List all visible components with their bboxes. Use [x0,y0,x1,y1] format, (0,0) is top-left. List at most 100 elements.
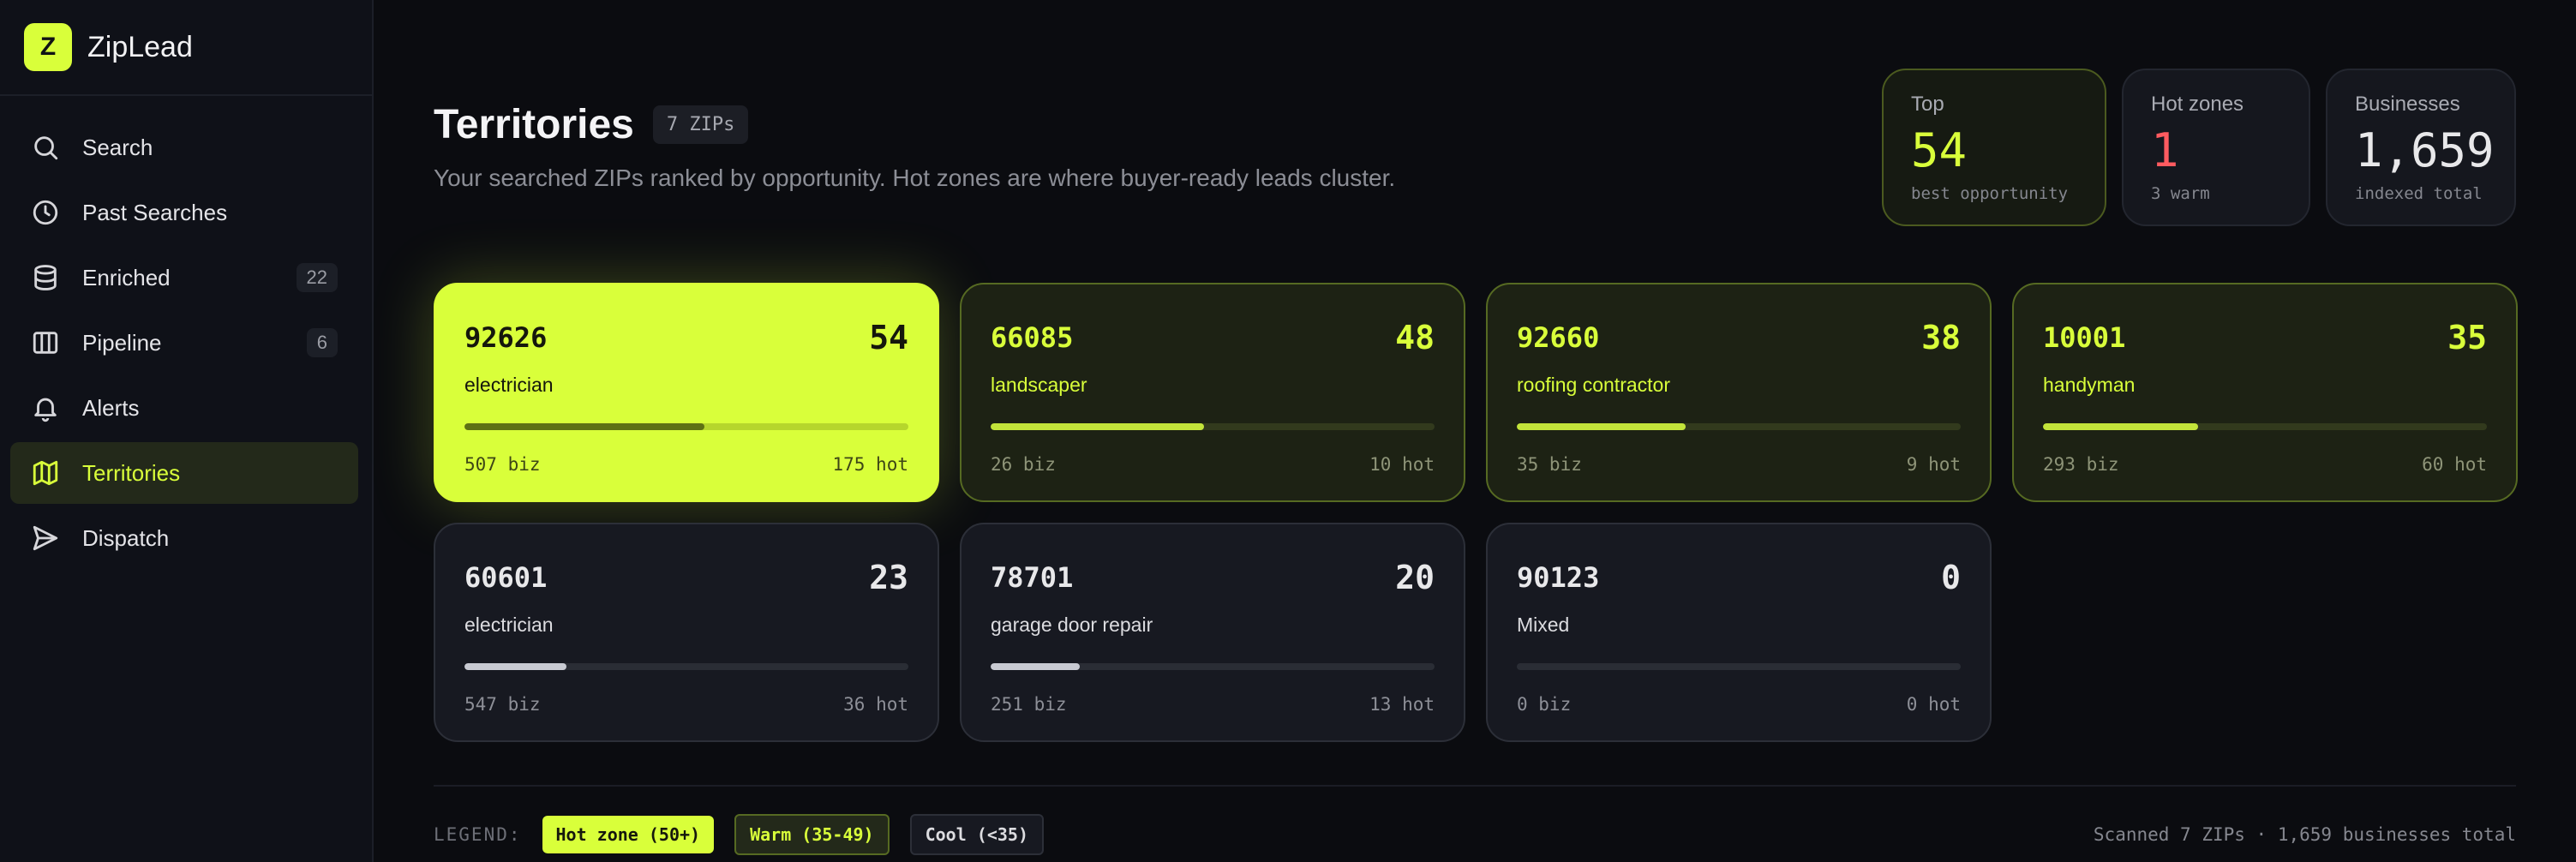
stat-value: 54 [1911,123,1968,177]
pipeline-count-badge: 6 [306,328,338,357]
sidebar-nav: Search Past Searches Enriched 22 Pipelin… [10,117,358,572]
territory-biz-count: 35 biz [1517,454,1582,475]
database-icon [31,263,60,292]
brand[interactable]: Z ZipLead [0,0,372,96]
territory-card[interactable]: 60601 23 electrician 547 biz 36 hot [434,523,939,742]
sidebar-item-pipeline[interactable]: Pipeline 6 [10,312,358,374]
territory-card[interactable]: 92626 54 electrician 507 biz 175 hot [434,283,939,502]
search-icon [31,133,60,162]
stats-row: Top 54 best opportunity Hot zones 1 3 wa… [1882,69,2516,226]
sidebar-item-past-searches[interactable]: Past Searches [10,182,358,243]
territory-card[interactable]: 10001 35 handyman 293 biz 60 hot [2012,283,2518,502]
opportunity-bar-fill [1517,423,1686,430]
columns-icon [31,328,60,357]
footer-divider [434,785,2516,787]
sidebar-item-alerts[interactable]: Alerts [10,377,358,439]
sidebar: Z ZipLead Search Past Searches Enriched … [0,0,374,862]
opportunity-bar-fill [991,423,1204,430]
stat-hot-zones: Hot zones 1 3 warm [2122,69,2310,226]
sidebar-item-label: Search [82,134,153,160]
territory-hot-count: 60 hot [2422,454,2487,475]
territory-hot-count: 36 hot [843,694,908,715]
page-title: Territories [434,102,634,147]
stat-label: Top [1911,93,1944,116]
territory-score: 35 [2447,319,2487,356]
territory-trade: garage door repair [991,614,1153,636]
sidebar-item-search[interactable]: Search [10,117,358,178]
opportunity-bar-fill [991,663,1080,670]
territory-trade: roofing contractor [1517,374,1670,396]
stat-sub: 3 warm [2151,184,2210,204]
territory-trade: electrician [464,614,554,636]
sidebar-item-label: Past Searches [82,199,228,225]
stat-label: Hot zones [2151,93,2244,116]
sidebar-item-enriched[interactable]: Enriched 22 [10,247,358,308]
territory-hot-count: 175 hot [832,454,908,475]
send-icon [31,524,60,553]
stat-sub: indexed total [2355,184,2483,204]
territory-hot-count: 13 hot [1369,694,1435,715]
territory-zip: 60601 [464,561,548,594]
opportunity-bar [1517,663,1961,670]
territory-zip: 92626 [464,321,548,354]
territory-score: 48 [1395,319,1435,356]
opportunity-bar [464,663,908,670]
territory-score: 23 [869,559,908,596]
sidebar-item-label: Pipeline [82,329,162,356]
stat-label: Businesses [2355,93,2460,116]
territory-score: 0 [1941,559,1961,596]
bell-icon [31,393,60,422]
territory-card[interactable]: 66085 48 landscaper 26 biz 10 hot [960,283,1465,502]
territory-score: 38 [1921,319,1961,356]
footer-summary: Scanned 7 ZIPs · 1,659 businesses total [2093,824,2516,845]
territory-card[interactable]: 92660 38 roofing contractor 35 biz 9 hot [1486,283,1992,502]
main-content: Territories 7 ZIPs Your searched ZIPs ra… [374,0,2576,862]
brand-logo: Z [24,23,72,71]
legend-chip-hot: Hot zone (50+) [542,816,715,853]
territory-grid: 92626 54 electrician 507 biz 175 hot 660… [434,283,2518,742]
territory-hot-count: 0 hot [1906,694,1961,715]
territory-trade: electrician [464,374,554,396]
opportunity-bar [2043,423,2487,430]
stat-businesses: Businesses 1,659 indexed total [2326,69,2516,226]
territory-zip: 90123 [1517,561,1600,594]
territory-biz-count: 547 biz [464,694,541,715]
territory-zip: 78701 [991,561,1074,594]
legend: LEGEND: Hot zone (50+) Warm (35-49) Cool… [434,814,1064,855]
territory-biz-count: 26 biz [991,454,1056,475]
zip-count-badge: 7 ZIPs [652,105,749,144]
opportunity-bar-fill [2043,423,2199,430]
page-subtitle: Your searched ZIPs ranked by opportunity… [434,165,1396,191]
territory-hot-count: 9 hot [1906,454,1961,475]
sidebar-item-label: Territories [82,459,181,486]
territory-trade: Mixed [1517,614,1570,636]
stat-top: Top 54 best opportunity [1882,69,2106,226]
opportunity-bar [991,663,1435,670]
stat-sub: best opportunity [1911,184,2069,204]
sidebar-item-label: Dispatch [82,524,170,551]
legend-label: LEGEND: [434,824,522,845]
territory-card[interactable]: 90123 0 Mixed 0 biz 0 hot [1486,523,1992,742]
enriched-count-badge: 22 [296,263,338,292]
opportunity-bar [464,423,908,430]
opportunity-bar-fill [464,423,704,430]
brand-name: ZipLead [87,30,193,63]
clock-icon [31,198,60,227]
territory-hot-count: 10 hot [1369,454,1435,475]
legend-chip-warm: Warm (35-49) [734,814,890,855]
territory-biz-count: 507 biz [464,454,541,475]
sidebar-item-label: Alerts [82,394,140,421]
territory-card[interactable]: 78701 20 garage door repair 251 biz 13 h… [960,523,1465,742]
sidebar-item-dispatch[interactable]: Dispatch [10,507,358,569]
title-row: Territories 7 ZIPs [434,101,749,148]
legend-chip-cool: Cool (<35) [909,814,1045,855]
stat-value: 1 [2151,123,2179,177]
sidebar-item-territories[interactable]: Territories [10,442,358,504]
map-icon [31,458,60,488]
opportunity-bar [1517,423,1961,430]
territory-biz-count: 0 biz [1517,694,1572,715]
territory-score: 20 [1395,559,1435,596]
opportunity-bar-fill [464,663,567,670]
territory-zip: 66085 [991,321,1074,354]
territory-trade: handyman [2043,374,2136,396]
